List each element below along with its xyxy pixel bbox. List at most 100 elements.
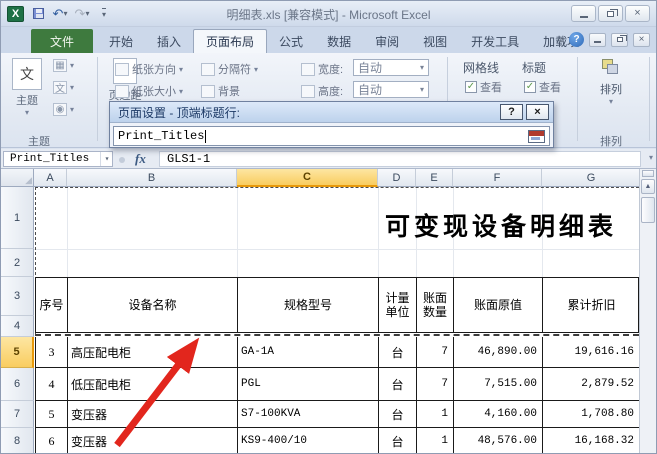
cell-depreciation[interactable]: 19,616.16 (543, 337, 640, 367)
insert-function-button[interactable]: fx (135, 151, 146, 167)
cell-qty[interactable]: 7 (417, 368, 454, 400)
collapse-ribbon-icon[interactable]: ▵ (559, 34, 564, 45)
row-header-7[interactable]: 7 (1, 401, 34, 428)
width-combobox[interactable]: 自动 ▾ (353, 59, 429, 76)
header-cell-model[interactable]: 规格型号 (238, 278, 379, 332)
cell-model[interactable]: KS9-400/10 (238, 428, 379, 453)
background-button[interactable]: 背景 (201, 83, 240, 99)
header-cell-unit[interactable]: 计量单位 (379, 278, 417, 332)
cell-qty[interactable]: 1 (417, 401, 454, 427)
theme-colors-button[interactable]: ▦ ▾ (53, 59, 74, 72)
minimize-button[interactable] (571, 5, 596, 22)
expand-formula-bar-icon[interactable]: ▾ (649, 153, 653, 162)
breaks-button[interactable]: 分隔符 ▾ (201, 61, 258, 77)
column-header-f[interactable]: F (453, 169, 542, 187)
tab-file[interactable]: 文件 (31, 29, 93, 53)
help-button[interactable]: ? (569, 32, 584, 47)
header-cell-no[interactable]: 序号 (36, 278, 68, 332)
workbook-restore-button[interactable] (611, 32, 628, 47)
tab-developer[interactable]: 开发工具 (459, 29, 531, 53)
restore-button[interactable] (598, 5, 623, 22)
height-combobox[interactable]: 自动 ▾ (353, 81, 429, 98)
tab-home[interactable]: 开始 (97, 29, 145, 53)
workbook-minimize-button[interactable] (589, 32, 606, 47)
tab-page-layout[interactable]: 页面布局 (193, 29, 268, 53)
cell-value[interactable]: 4,160.00 (454, 401, 543, 427)
group-separator (649, 57, 650, 141)
tab-view[interactable]: 视图 (411, 29, 459, 53)
tab-formulas[interactable]: 公式 (267, 29, 315, 53)
page-setup-titles-dialog: 页面设置 - 顶端标题行: ? × Print_Titles (109, 101, 554, 148)
theme-fonts-button[interactable]: 文 ▾ (53, 81, 74, 95)
dialog-close-button[interactable]: × (526, 104, 549, 120)
scrollbar-thumb[interactable] (641, 197, 655, 223)
row-header-8[interactable]: 8 (1, 428, 34, 453)
select-all-corner[interactable]: ◢ (1, 169, 34, 187)
theme-effects-button[interactable]: ◉ ▾ (53, 103, 74, 116)
tab-data[interactable]: 数据 (315, 29, 363, 53)
collapse-dialog-icon[interactable] (528, 130, 545, 143)
cell-qty[interactable]: 1 (417, 428, 454, 453)
cell-model[interactable]: S7-100KVA (238, 401, 379, 427)
row-header-1[interactable]: 1 (1, 187, 34, 249)
column-header-d[interactable]: D (378, 169, 416, 187)
cell-depreciation[interactable]: 16,168.32 (543, 428, 640, 453)
tab-insert[interactable]: 插入 (145, 29, 193, 53)
column-header-a[interactable]: A (34, 169, 67, 187)
split-handle[interactable] (642, 170, 654, 177)
column-header-c[interactable]: C (237, 169, 378, 187)
cell-no[interactable]: 5 (36, 401, 68, 427)
name-box-dropdown-icon[interactable]: ▾ (100, 152, 113, 166)
formula-input[interactable]: GLS1-1 (159, 151, 641, 167)
header-cell-book-value[interactable]: 账面原值 (454, 278, 543, 332)
checkbox-checked-icon: ✓ (465, 81, 477, 93)
cell-qty[interactable]: 7 (417, 337, 454, 367)
cell-value[interactable]: 48,576.00 (454, 428, 543, 453)
cell-depreciation[interactable]: 2,879.52 (543, 368, 640, 400)
vertical-scrollbar[interactable]: ▲ (639, 169, 656, 453)
column-header-e[interactable]: E (416, 169, 453, 187)
cell-model[interactable]: GA-1A (238, 337, 379, 367)
orientation-button[interactable]: 纸张方向 ▾ (115, 61, 183, 77)
workbook-close-button[interactable]: × (633, 32, 650, 47)
view-gridlines-checkbox[interactable]: ✓ 查看 (465, 79, 502, 95)
row-header-2[interactable]: 2 (1, 249, 34, 277)
paper-size-button[interactable]: 纸张大小 ▾ (115, 83, 183, 99)
cell-name[interactable]: 变压器 (68, 401, 238, 427)
cell-value[interactable]: 46,890.00 (454, 337, 543, 367)
row-header-5[interactable]: 5 (1, 337, 34, 368)
row-header-4[interactable]: 4 (1, 316, 34, 337)
row-header-3[interactable]: 3 (1, 277, 34, 316)
print-titles-input[interactable]: Print_Titles (113, 126, 550, 146)
cell-value[interactable]: 7,515.00 (454, 368, 543, 400)
cell-unit[interactable]: 台 (379, 401, 417, 427)
row-header-6[interactable]: 6 (1, 368, 34, 401)
cell-unit[interactable]: 台 (379, 337, 417, 367)
cell-name[interactable]: 高压配电柜 (68, 337, 238, 367)
cell-model[interactable]: PGL (238, 368, 379, 400)
header-cell-depreciation[interactable]: 累计折旧 (543, 278, 640, 332)
header-cell-quantity[interactable]: 账面数量 (417, 278, 454, 332)
header-cell-equipment-name[interactable]: 设备名称 (68, 278, 238, 332)
dialog-title-bar[interactable]: 页面设置 - 顶端标题行: (110, 102, 553, 123)
cell-depreciation[interactable]: 1,708.80 (543, 401, 640, 427)
column-header-b[interactable]: B (67, 169, 237, 187)
themes-button[interactable]: 文 主题 ▾ (9, 58, 45, 117)
tab-review[interactable]: 审阅 (363, 29, 411, 53)
close-button[interactable]: × (625, 5, 650, 22)
cell-no[interactable]: 6 (36, 428, 68, 453)
cell-name[interactable]: 变压器 (68, 428, 238, 453)
dialog-help-button[interactable]: ? (500, 104, 523, 120)
view-headings-checkbox[interactable]: ✓ 查看 (524, 79, 561, 95)
arrange-button[interactable]: 排列 ▾ (589, 59, 633, 106)
cell-no[interactable]: 4 (36, 368, 68, 400)
cell-unit[interactable]: 台 (379, 428, 417, 453)
column-header-g[interactable]: G (542, 169, 641, 187)
cell-no[interactable]: 3 (36, 337, 68, 367)
scroll-up-button[interactable]: ▲ (641, 179, 655, 194)
name-box[interactable]: Print_Titles ▾ (3, 151, 113, 167)
cell-name[interactable]: 低压配电柜 (68, 368, 238, 400)
formula-bar-resize-handle[interactable] (119, 157, 125, 163)
cell-unit[interactable]: 台 (379, 368, 417, 400)
paper-size-icon (115, 84, 129, 98)
